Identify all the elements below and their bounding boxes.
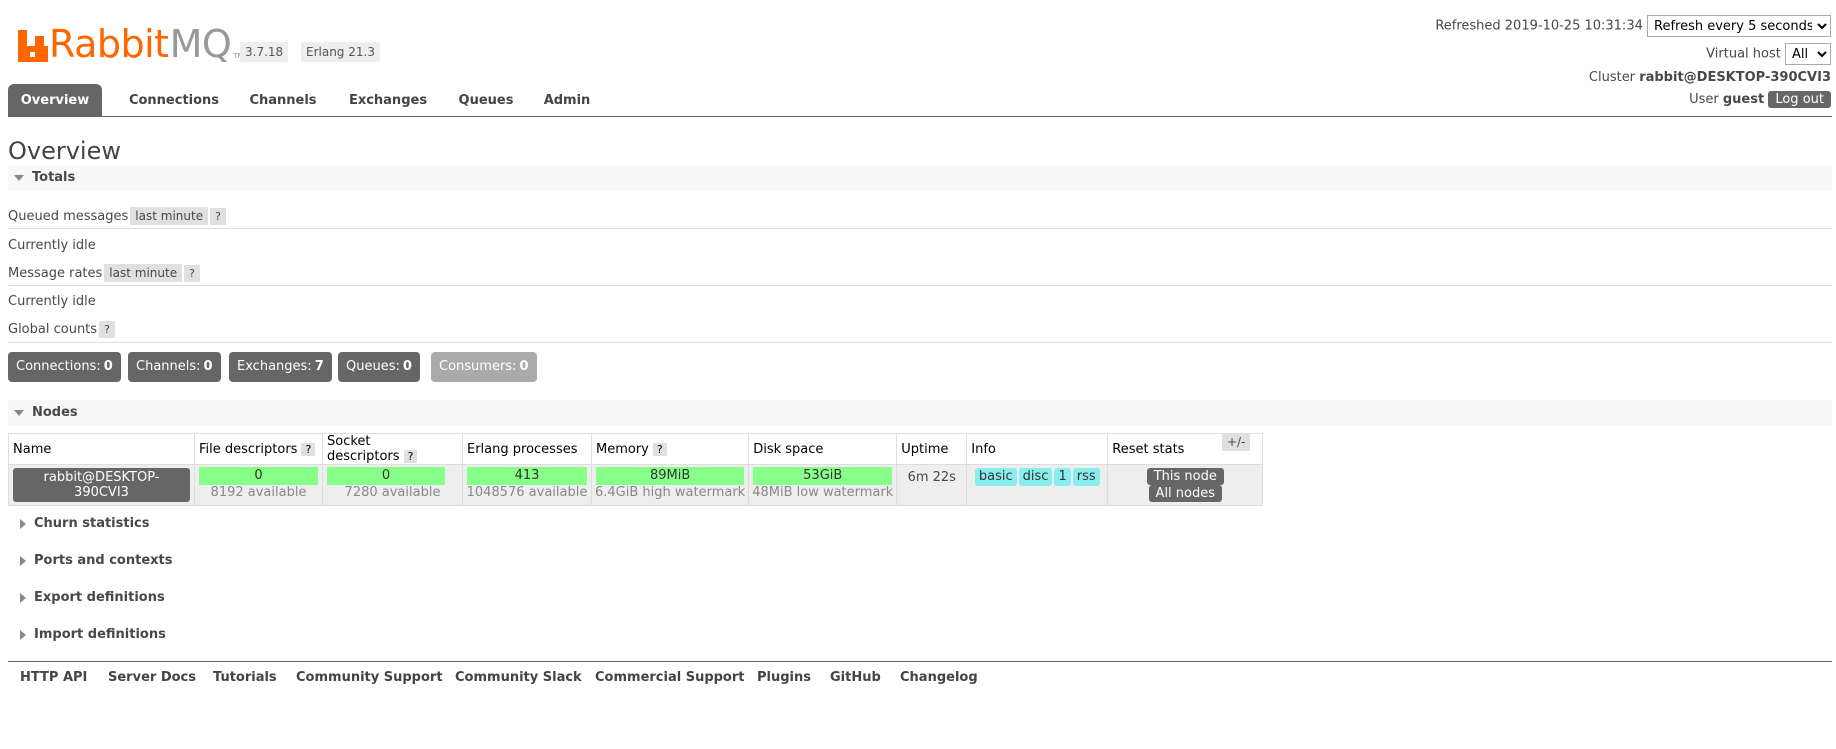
footer-link-http-api[interactable]: HTTP API: [20, 670, 87, 685]
queued-messages-row: Queued messages last minute?: [8, 204, 1832, 229]
help-button[interactable]: ?: [301, 442, 316, 456]
refreshed-timestamp: Refreshed 2019-10-25 10:31:34: [1435, 18, 1643, 34]
footer-link-commercial-support[interactable]: Commercial Support: [595, 670, 745, 685]
tab-channels[interactable]: Channels: [240, 84, 326, 116]
tab-admin[interactable]: Admin: [534, 84, 600, 116]
nodes-title: Nodes: [32, 405, 78, 420]
rabbitmq-logo-icon: [18, 30, 48, 62]
nodes-table-header: Name File descriptors? Socket descriptor…: [8, 433, 1264, 465]
vhost-area: Virtual host All: [1706, 43, 1831, 65]
footer-link-github[interactable]: GitHub: [830, 670, 881, 685]
queued-idle-text: Currently idle: [8, 238, 96, 253]
collapsed-arrow-icon: [20, 629, 26, 640]
vhost-label: Virtual host: [1706, 46, 1781, 62]
file-descriptors-bar: 0: [199, 467, 318, 485]
queues-count-button[interactable]: Queues: 0: [338, 352, 420, 382]
totals-section-header[interactable]: Totals: [8, 165, 1832, 191]
info-tag-count: 1: [1054, 468, 1071, 486]
erlang-processes-bar: 413: [467, 467, 587, 485]
global-counts-row: Global counts?: [8, 318, 1832, 343]
info-tag-disc: disc: [1018, 468, 1053, 486]
refresh-interval-select[interactable]: Refresh every 5 seconds: [1647, 15, 1831, 37]
cluster-label: Cluster: [1588, 70, 1636, 85]
page-title: Overview: [8, 137, 121, 165]
footer-link-tutorials[interactable]: Tutorials: [213, 670, 277, 685]
col-uptime: Uptime: [896, 433, 968, 465]
version-badge: 3.7.18: [240, 42, 289, 62]
footer: HTTP API Server Docs Tutorials Community…: [8, 661, 1832, 692]
memory-bar: 89MiB: [596, 467, 745, 485]
cluster-info: Cluster rabbit@DESKTOP-390CVI3: [1589, 70, 1831, 85]
col-erlang-processes: Erlang processes: [462, 433, 592, 465]
tab-queues[interactable]: Queues: [450, 84, 522, 116]
node-name-link[interactable]: rabbit@DESKTOP-390CVI3: [13, 468, 190, 502]
memory-watermark: 6.4GiB high watermark: [595, 485, 746, 500]
erlang-version-badge: Erlang 21.3: [301, 42, 380, 62]
logo-word-mq: MQ: [169, 22, 232, 66]
logo-word-rabbit: Rabbit: [49, 22, 169, 66]
uptime-value: 6m 22s: [896, 464, 968, 506]
global-counts-label: Global counts: [8, 322, 98, 337]
queued-range-selector[interactable]: last minute: [130, 207, 209, 225]
exchanges-count-button[interactable]: Exchanges: 7: [229, 352, 332, 382]
rabbitmq-logo: Rabbit MQ TM: [18, 22, 244, 66]
queued-help-button[interactable]: ?: [210, 208, 226, 225]
disk-space-bar: 53GiB: [753, 467, 893, 485]
col-info: Info: [966, 433, 1109, 465]
col-file-descriptors: File descriptors?: [194, 433, 323, 465]
socket-descriptors-available: 7280 available: [344, 485, 441, 500]
cluster-name: rabbit@DESKTOP-390CVI3: [1639, 70, 1831, 85]
refresh-area: Refreshed 2019-10-25 10:31:34 Refresh ev…: [1435, 15, 1831, 37]
global-help-button[interactable]: ?: [99, 321, 115, 338]
totals-title: Totals: [32, 170, 76, 185]
collapsed-arrow-icon: [20, 555, 26, 566]
info-tag-basic: basic: [974, 468, 1017, 486]
ports-and-contexts-section[interactable]: Ports and contexts: [8, 549, 172, 573]
export-definitions-section[interactable]: Export definitions: [8, 586, 165, 610]
col-disk-space: Disk space: [748, 433, 898, 465]
file-descriptors-available: 8192 available: [210, 485, 307, 500]
collapsed-arrow-icon: [20, 518, 26, 529]
help-button[interactable]: ?: [652, 442, 667, 456]
info-tag-rss: rss: [1072, 468, 1100, 486]
nodes-table: Name File descriptors? Socket descriptor…: [8, 433, 1264, 506]
footer-link-server-docs[interactable]: Server Docs: [108, 670, 196, 685]
toggle-columns-button[interactable]: +/-: [1222, 433, 1251, 451]
rates-range-selector[interactable]: last minute: [104, 264, 183, 282]
erlang-processes-available: 1048576 available: [466, 485, 588, 500]
help-button[interactable]: ?: [403, 450, 418, 463]
expand-arrow-icon: [14, 409, 24, 416]
message-rates-row: Message rates last minute?: [8, 261, 1832, 286]
vhost-select[interactable]: All: [1785, 43, 1831, 65]
footer-link-changelog[interactable]: Changelog: [900, 670, 978, 685]
footer-link-community-slack[interactable]: Community Slack: [455, 670, 582, 685]
expand-arrow-icon: [14, 174, 24, 181]
col-socket-descriptors: Socket descriptors?: [322, 433, 463, 465]
consumers-count-button[interactable]: Consumers: 0: [431, 352, 537, 382]
rates-idle-text: Currently idle: [8, 294, 96, 309]
reset-all-nodes-button[interactable]: All nodes: [1148, 485, 1223, 502]
message-rates-label: Message rates: [8, 266, 103, 281]
churn-statistics-section[interactable]: Churn statistics: [8, 512, 150, 536]
main-tabs: Overview Connections Channels Exchanges …: [8, 84, 1832, 117]
reset-this-node-button[interactable]: This node: [1146, 468, 1224, 485]
disk-watermark: 48MiB low watermark: [752, 485, 894, 500]
import-definitions-section[interactable]: Import definitions: [8, 623, 166, 647]
tab-exchanges[interactable]: Exchanges: [338, 84, 438, 116]
footer-link-plugins[interactable]: Plugins: [757, 670, 811, 685]
connections-count-button[interactable]: Connections: 0: [8, 352, 121, 382]
table-row: rabbit@DESKTOP-390CVI3 0 8192 available 0…: [8, 464, 1264, 506]
col-name: Name: [8, 433, 195, 465]
queued-messages-label: Queued messages: [8, 209, 129, 224]
channels-count-button[interactable]: Channels: 0: [128, 352, 221, 382]
rates-help-button[interactable]: ?: [184, 265, 200, 282]
tab-overview[interactable]: Overview: [8, 84, 102, 116]
collapsed-arrow-icon: [20, 592, 26, 603]
footer-link-community-support[interactable]: Community Support: [296, 670, 443, 685]
col-memory: Memory?: [590, 433, 750, 465]
tab-connections[interactable]: Connections: [118, 84, 230, 116]
socket-descriptors-bar: 0: [327, 467, 445, 485]
nodes-section-header[interactable]: Nodes: [8, 400, 1832, 426]
